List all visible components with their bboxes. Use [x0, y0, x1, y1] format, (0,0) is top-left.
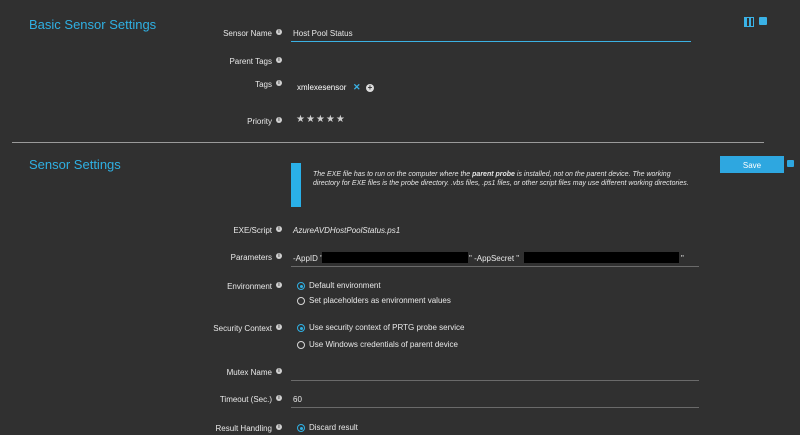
sensor-name-label: Sensor Name — [223, 29, 272, 38]
info-icon[interactable]: i — [276, 29, 282, 35]
redacted-app-secret — [524, 252, 679, 263]
sec-windows-label: Use Windows credentials of parent device — [309, 340, 458, 349]
info-icon[interactable]: i — [276, 57, 282, 63]
save-icon[interactable] — [787, 160, 794, 167]
info-bar — [291, 163, 301, 207]
environment-label: Environment — [227, 282, 272, 291]
info-icon[interactable]: i — [276, 117, 282, 123]
security-context-label: Security Context — [213, 324, 272, 333]
parameters-underline — [291, 266, 699, 267]
env-placeholders-label: Set placeholders as environment values — [309, 296, 451, 305]
info-icon[interactable]: i — [276, 226, 282, 232]
top-icons — [744, 17, 767, 27]
parent-tags-label: Parent Tags — [229, 57, 272, 66]
priority-stars[interactable]: ★★★★★ — [296, 114, 346, 125]
result-discard-radio[interactable] — [297, 424, 305, 432]
info-icon[interactable]: i — [276, 324, 282, 330]
print-icon[interactable] — [759, 17, 767, 25]
plus-icon[interactable]: + — [366, 84, 374, 92]
timeout-input[interactable]: 60 — [293, 395, 302, 404]
section-divider — [12, 142, 764, 143]
info-icon[interactable]: i — [276, 253, 282, 259]
tag-chip: xmlexesensor — [297, 83, 347, 92]
basic-settings-title: Basic Sensor Settings — [29, 17, 157, 32]
info-icon[interactable]: i — [276, 368, 282, 374]
parameters-mid: " -AppSecret " — [469, 254, 520, 263]
env-default-label: Default environment — [309, 281, 381, 290]
tags-label: Tags — [255, 80, 272, 89]
parameters-suffix: " — [681, 254, 684, 263]
result-discard-label: Discard result — [309, 423, 358, 432]
config-icon[interactable] — [744, 17, 754, 27]
parameters-label: Parameters — [230, 253, 272, 262]
save-button[interactable]: Save — [720, 156, 784, 173]
parameters-prefix: -AppID " — [293, 254, 323, 263]
sec-windows-radio[interactable] — [297, 341, 305, 349]
timeout-label: Timeout (Sec.) — [219, 395, 272, 404]
sensor-name-input[interactable]: Host Pool Status — [293, 29, 353, 38]
env-placeholders-radio[interactable] — [297, 297, 305, 305]
priority-label: Priority — [247, 117, 272, 126]
info-icon[interactable]: i — [276, 395, 282, 401]
info-box: The EXE file has to run on the computer … — [291, 163, 699, 207]
exe-script-label: EXE/Script — [233, 226, 272, 235]
exe-script-select[interactable]: AzureAVDHostPoolStatus.ps1 — [293, 226, 400, 235]
mutex-name-label: Mutex Name — [226, 368, 272, 377]
sensor-name-underline — [291, 41, 691, 42]
sec-probe-radio[interactable] — [297, 324, 305, 332]
sec-probe-label: Use security context of PRTG probe servi… — [309, 323, 465, 332]
timeout-underline — [291, 407, 699, 408]
redacted-app-id — [322, 252, 468, 263]
close-icon[interactable]: ✕ — [353, 82, 361, 93]
sensor-settings-title: Sensor Settings — [29, 157, 121, 172]
info-icon[interactable]: i — [276, 282, 282, 288]
result-handling-label: Result Handling — [215, 424, 272, 433]
info-text: The EXE file has to run on the computer … — [313, 171, 689, 187]
info-icon[interactable]: i — [276, 80, 282, 86]
mutex-underline — [291, 380, 699, 381]
env-default-radio[interactable] — [297, 282, 305, 290]
sensor-settings-page: Basic Sensor Settings Sensor Name i Host… — [0, 0, 800, 435]
info-icon[interactable]: i — [276, 424, 282, 430]
